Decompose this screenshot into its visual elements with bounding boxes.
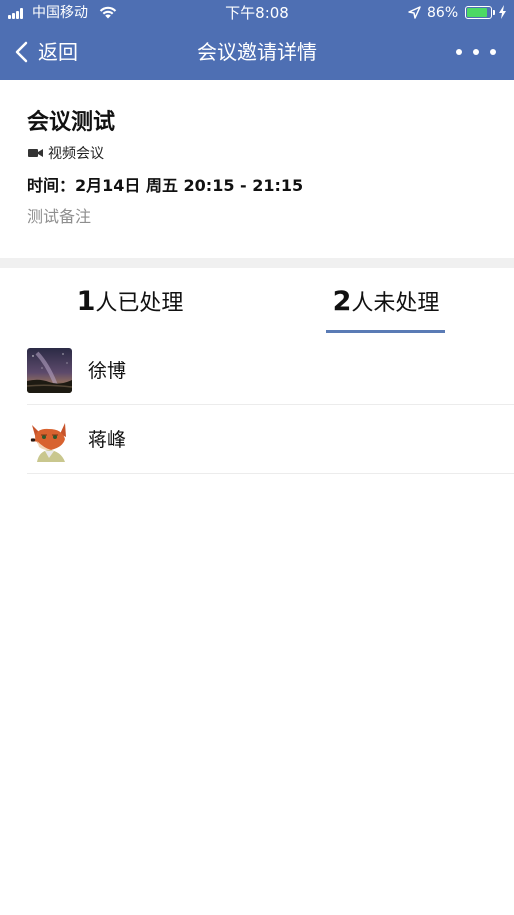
meeting-title: 会议测试 [27,110,116,135]
tab-processed-label: 人已处理 [95,291,184,316]
chevron-left-icon [15,41,28,63]
meeting-time: 时间：2月14日 周五 20:15 - 21:15 [27,176,304,195]
user-name: 蒋峰 [88,429,127,451]
tab-unprocessed-count: 2 [332,286,352,317]
tab-processed[interactable]: 1人已处理 [60,286,200,332]
tab-unprocessed-label: 人未处理 [351,291,440,316]
user-list: 徐博 蒋峰 [0,336,514,474]
back-button[interactable]: 返回 [14,36,78,68]
meeting-note: 测试备注 [27,207,92,226]
tab-unprocessed[interactable]: 2人未处理 [316,286,456,333]
user-name: 徐博 [88,360,127,382]
video-camera-icon [28,149,43,157]
fox-cartoon-avatar [27,417,72,462]
header: 中国移动 下午8:08 86% 返回 会议邀请详情 [0,0,514,80]
more-dots-icon[interactable] [456,42,496,62]
back-label: 返回 [38,40,78,64]
list-item[interactable]: 蒋峰 [0,405,514,474]
tab-processed-count: 1 [76,286,96,317]
status-tabs: 1人已处理 2人未处理 [0,268,514,336]
meeting-type: 视频会议 [28,143,104,163]
night-sky-avatar [27,348,72,393]
status-bar: 中国移动 下午8:08 86% [0,0,514,26]
meeting-info-card: 会议测试 视频会议 时间：2月14日 周五 20:15 - 21:15 测试备注 [0,80,514,258]
battery-percent: 86% [427,5,459,21]
battery-level [467,8,487,17]
list-item[interactable]: 徐博 [0,336,514,405]
charging-icon [499,5,506,19]
battery-icon [465,6,495,19]
meeting-invite-detail-screen: 中国移动 下午8:08 86% 返回 会议邀请详情 会议测试 视频会议 时间：2… [0,0,514,915]
nav-bar: 返回 会议邀请详情 [0,26,514,80]
section-divider [0,258,514,268]
meeting-type-label: 视频会议 [48,146,104,162]
location-arrow-icon [408,6,421,19]
active-tab-indicator [326,330,445,333]
